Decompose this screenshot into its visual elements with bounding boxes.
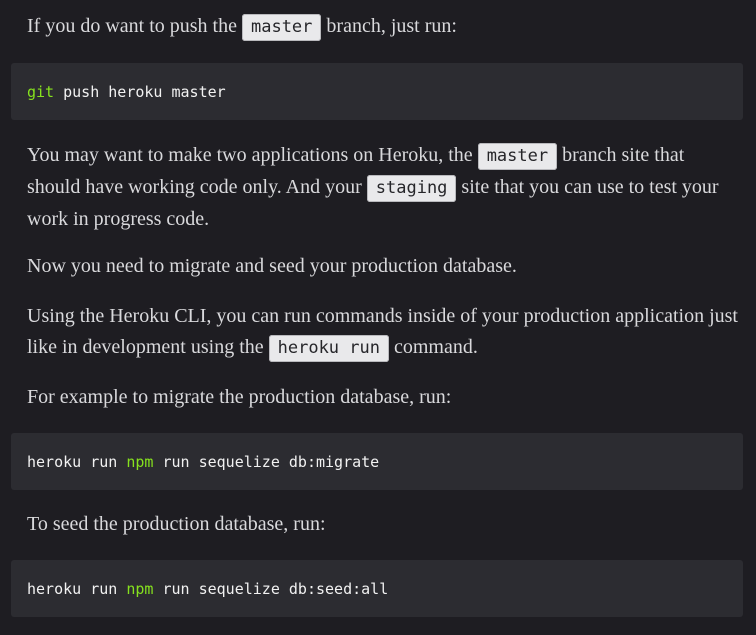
inline-code-master: master <box>477 143 558 170</box>
code-keyword: git <box>27 82 55 101</box>
code-text: push heroku master <box>54 82 226 101</box>
paragraph-text: branch, just run: <box>321 15 457 37</box>
paragraph-text: You may want to make two applications on… <box>27 144 478 166</box>
inline-code-heroku-run: heroku run <box>268 335 389 362</box>
paragraph-text: command. <box>388 336 478 358</box>
two-apps-paragraph: You may want to make two applications on… <box>0 140 756 235</box>
seed-paragraph: To seed the production database, run: <box>27 513 326 535</box>
code-block-seed[interactable]: heroku run npm run sequelize db:seed:all <box>11 560 743 617</box>
code-block-git-push[interactable]: git push heroku master <box>11 63 743 120</box>
paragraph-text: If you do want to push the <box>27 15 242 37</box>
document-page: If you do want to push the master branch… <box>0 0 756 635</box>
code-text: run sequelize db:seed:all <box>153 579 389 598</box>
code-text: heroku run <box>27 579 127 598</box>
inline-code-master: master <box>241 14 322 41</box>
push-master-paragraph: If you do want to push the master branch… <box>0 11 756 43</box>
migrate-seed-paragraph: Now you need to migrate and seed your pr… <box>27 255 517 277</box>
code-keyword: npm <box>126 452 154 471</box>
code-block-migrate[interactable]: heroku run npm run sequelize db:migrate <box>11 433 743 490</box>
code-text: heroku run <box>27 452 127 471</box>
inline-code-staging: staging <box>366 175 457 202</box>
code-keyword: npm <box>126 579 154 598</box>
migrate-example-paragraph: For example to migrate the production da… <box>27 386 452 408</box>
code-text: run sequelize db:migrate <box>153 452 380 471</box>
heroku-cli-paragraph: Using the Heroku CLI, you can run comman… <box>0 301 756 364</box>
